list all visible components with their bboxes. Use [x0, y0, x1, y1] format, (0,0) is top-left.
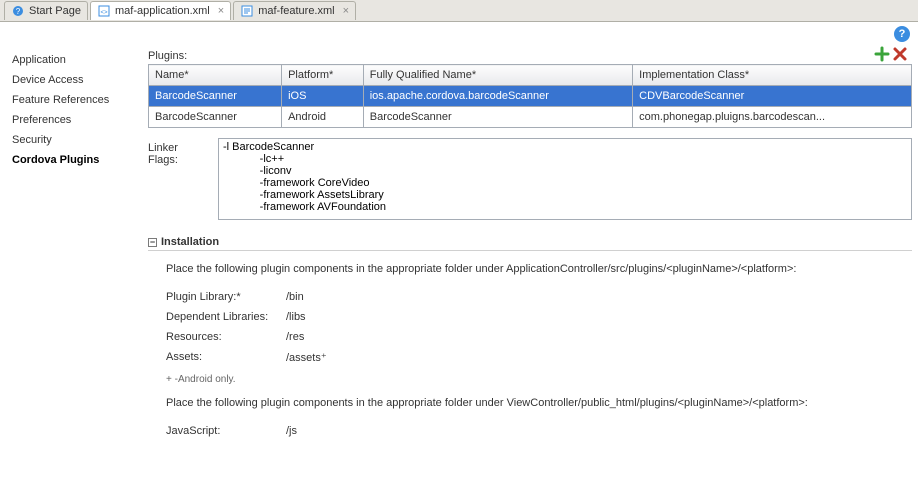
- install-label: Resources:: [166, 331, 286, 343]
- install-value: /assets⁺: [286, 351, 327, 364]
- tab-label: Start Page: [29, 5, 81, 17]
- tab-maf-application[interactable]: <> maf-application.xml ×: [90, 1, 231, 20]
- tab-label: maf-application.xml: [115, 5, 210, 17]
- sidenav-feature-references[interactable]: Feature References: [12, 90, 142, 110]
- installation-section-header[interactable]: − Installation: [148, 236, 912, 251]
- content-panel: Plugins: Name* Platform* Fully Qualified…: [142, 46, 912, 441]
- col-fqn[interactable]: Fully Qualified Name*: [363, 65, 632, 86]
- tab-strip: ? Start Page <> maf-application.xml × ma…: [0, 0, 918, 22]
- install-value: /res: [286, 331, 304, 343]
- table-row[interactable]: BarcodeScanner Android BarcodeScanner co…: [149, 107, 912, 128]
- collapse-icon[interactable]: −: [148, 238, 157, 247]
- install-label: Assets:: [166, 351, 286, 364]
- linker-flags-label: Linker Flags:: [148, 138, 208, 220]
- add-plugin-button[interactable]: [874, 46, 890, 62]
- plugins-table[interactable]: Name* Platform* Fully Qualified Name* Im…: [148, 64, 912, 128]
- svg-text:?: ?: [16, 7, 21, 16]
- svg-text:<>: <>: [100, 10, 108, 16]
- install-value: /libs: [286, 311, 306, 323]
- plugins-label: Plugins:: [148, 50, 187, 62]
- installation-intro-1: Place the following plugin components in…: [166, 263, 912, 275]
- install-label: JavaScript:: [166, 425, 286, 437]
- install-label: Plugin Library:*: [166, 291, 286, 303]
- cell-fqn: BarcodeScanner: [363, 107, 632, 128]
- linker-flags-textarea[interactable]: [218, 138, 912, 220]
- sidenav-security[interactable]: Security: [12, 130, 142, 150]
- col-name[interactable]: Name*: [149, 65, 282, 86]
- cell-impl: com.phonegap.pluigns.barcodescan...: [633, 107, 912, 128]
- install-value: /js: [286, 425, 297, 437]
- cell-platform: Android: [282, 107, 364, 128]
- side-nav: Application Device Access Feature Refere…: [12, 46, 142, 441]
- sidenav-device-access[interactable]: Device Access: [12, 70, 142, 90]
- table-row[interactable]: BarcodeScanner iOS ios.apache.cordova.ba…: [149, 86, 912, 107]
- sidenav-cordova-plugins[interactable]: Cordova Plugins: [12, 150, 142, 170]
- help-bar: ?: [0, 22, 918, 46]
- cell-fqn: ios.apache.cordova.barcodeScanner: [363, 86, 632, 107]
- col-platform[interactable]: Platform*: [282, 65, 364, 86]
- remove-plugin-button[interactable]: [892, 46, 908, 62]
- close-icon[interactable]: ×: [343, 5, 349, 17]
- cell-name: BarcodeScanner: [149, 86, 282, 107]
- question-icon: ?: [11, 4, 25, 18]
- cell-name: BarcodeScanner: [149, 107, 282, 128]
- installation-header-text: Installation: [161, 236, 219, 248]
- tab-label: maf-feature.xml: [258, 5, 334, 17]
- installation-footnote: + -Android only.: [166, 374, 912, 385]
- xml-app-icon: <>: [97, 4, 111, 18]
- tab-start-page[interactable]: ? Start Page: [4, 1, 88, 20]
- cell-impl: CDVBarcodeScanner: [633, 86, 912, 107]
- xml-feat-icon: [240, 4, 254, 18]
- installation-intro-2: Place the following plugin components in…: [166, 397, 912, 409]
- install-value: /bin: [286, 291, 304, 303]
- cell-platform: iOS: [282, 86, 364, 107]
- tab-maf-feature[interactable]: maf-feature.xml ×: [233, 1, 356, 20]
- sidenav-preferences[interactable]: Preferences: [12, 110, 142, 130]
- help-icon[interactable]: ?: [894, 26, 910, 42]
- close-icon[interactable]: ×: [218, 5, 224, 17]
- install-label: Dependent Libraries:: [166, 311, 286, 323]
- sidenav-application[interactable]: Application: [12, 50, 142, 70]
- col-impl[interactable]: Implementation Class*: [633, 65, 912, 86]
